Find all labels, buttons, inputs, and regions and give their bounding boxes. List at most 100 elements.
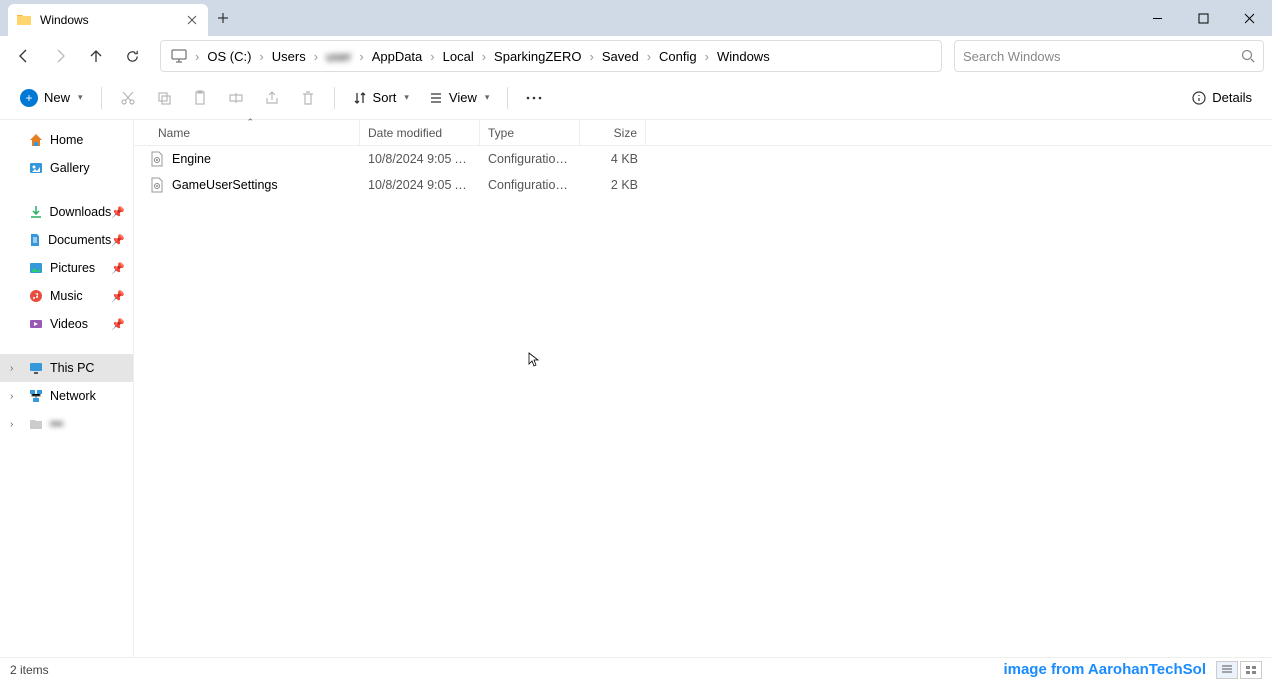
back-button[interactable] bbox=[8, 40, 40, 72]
paste-button bbox=[184, 82, 216, 114]
delete-button bbox=[292, 82, 324, 114]
config-file-icon bbox=[150, 151, 166, 167]
chevron-right-icon: › bbox=[312, 49, 320, 64]
sidebar-item-pictures[interactable]: Pictures 📌 bbox=[0, 254, 133, 282]
pin-icon: 📌 bbox=[111, 206, 125, 219]
search-placeholder: Search Windows bbox=[963, 49, 1061, 64]
breadcrumb-pc-icon[interactable] bbox=[165, 49, 193, 63]
sidebar-label: This PC bbox=[50, 361, 94, 375]
navbar: › OS (C:) › Users › user › AppData › Loc… bbox=[0, 36, 1272, 76]
sidebar-item-hidden[interactable]: › ••• bbox=[0, 410, 133, 438]
downloads-icon bbox=[28, 205, 43, 219]
file-type: Configuration setti... bbox=[480, 178, 580, 192]
column-label: Type bbox=[488, 126, 514, 140]
sidebar-item-downloads[interactable]: Downloads 📌 bbox=[0, 198, 133, 226]
sort-indicator-icon: ⌃ bbox=[247, 117, 255, 128]
details-button[interactable]: Details bbox=[1184, 82, 1260, 114]
file-size: 2 KB bbox=[580, 178, 646, 192]
maximize-button[interactable] bbox=[1180, 0, 1226, 36]
documents-icon bbox=[28, 233, 42, 247]
forward-button bbox=[44, 40, 76, 72]
file-size: 4 KB bbox=[580, 152, 646, 166]
chevron-right-icon: › bbox=[257, 49, 265, 64]
sidebar-item-videos[interactable]: Videos 📌 bbox=[0, 310, 133, 338]
network-icon bbox=[28, 389, 44, 403]
breadcrumb-item-user[interactable]: user bbox=[320, 49, 357, 64]
chevron-right-icon[interactable]: › bbox=[10, 391, 13, 402]
new-label: New bbox=[44, 90, 70, 105]
separator bbox=[334, 87, 335, 109]
breadcrumb-item[interactable]: Saved bbox=[596, 49, 645, 64]
breadcrumb-item[interactable]: OS (C:) bbox=[201, 49, 257, 64]
window-controls bbox=[1134, 0, 1272, 36]
breadcrumb-item[interactable]: SparkingZERO bbox=[488, 49, 587, 64]
toolbar: + New ▾ Sort ▾ View ▾ Details bbox=[0, 76, 1272, 120]
sidebar-item-music[interactable]: Music 📌 bbox=[0, 282, 133, 310]
file-name-cell: Engine bbox=[134, 151, 360, 167]
column-type[interactable]: Type bbox=[480, 120, 580, 145]
column-label: Name bbox=[158, 126, 190, 140]
new-tab-button[interactable] bbox=[208, 0, 238, 36]
sidebar: Home Gallery Downloads 📌 Documents 📌 Pic… bbox=[0, 120, 134, 657]
search-input[interactable]: Search Windows bbox=[954, 40, 1264, 72]
main: Home Gallery Downloads 📌 Documents 📌 Pic… bbox=[0, 120, 1272, 657]
titlebar: Windows bbox=[0, 0, 1272, 36]
sidebar-item-thispc[interactable]: › This PC bbox=[0, 354, 133, 382]
pin-icon: 📌 bbox=[111, 262, 125, 275]
chevron-right-icon: › bbox=[193, 49, 201, 64]
tab-windows[interactable]: Windows bbox=[8, 4, 208, 36]
file-date: 10/8/2024 9:05 AM bbox=[360, 152, 480, 166]
close-tab-icon[interactable] bbox=[184, 12, 200, 28]
breadcrumb-item[interactable]: Local bbox=[437, 49, 480, 64]
watermark: image from AarohanTechSol bbox=[1003, 661, 1206, 678]
separator bbox=[101, 87, 102, 109]
view-label: View bbox=[449, 90, 477, 105]
more-button[interactable] bbox=[518, 82, 550, 114]
sidebar-item-home[interactable]: Home bbox=[0, 126, 133, 154]
copy-button bbox=[148, 82, 180, 114]
pictures-icon bbox=[28, 261, 44, 275]
view-button[interactable]: View ▾ bbox=[421, 82, 497, 114]
minimize-button[interactable] bbox=[1134, 0, 1180, 36]
icons-view-button[interactable] bbox=[1240, 661, 1262, 679]
chevron-right-icon[interactable]: › bbox=[10, 363, 13, 374]
new-button[interactable]: + New ▾ bbox=[12, 82, 91, 114]
up-button[interactable] bbox=[80, 40, 112, 72]
music-icon bbox=[28, 289, 44, 303]
chevron-right-icon[interactable]: › bbox=[10, 419, 13, 430]
column-size[interactable]: Size bbox=[580, 120, 646, 145]
sidebar-item-documents[interactable]: Documents 📌 bbox=[0, 226, 133, 254]
sidebar-item-network[interactable]: › Network bbox=[0, 382, 133, 410]
close-window-button[interactable] bbox=[1226, 0, 1272, 36]
breadcrumb-item[interactable]: Config bbox=[653, 49, 703, 64]
file-row[interactable]: Engine 10/8/2024 9:05 AM Configuration s… bbox=[134, 146, 1272, 172]
file-name: Engine bbox=[172, 152, 211, 166]
sort-button[interactable]: Sort ▾ bbox=[345, 82, 417, 114]
plus-circle-icon: + bbox=[20, 89, 38, 107]
chevron-down-icon: ▾ bbox=[485, 92, 490, 103]
file-name: GameUserSettings bbox=[172, 178, 278, 192]
column-label: Size bbox=[614, 126, 637, 140]
column-headers: ⌃ Name Date modified Type Size bbox=[134, 120, 1272, 146]
chevron-down-icon: ▾ bbox=[404, 92, 409, 103]
sidebar-label: Pictures bbox=[50, 261, 95, 275]
pin-icon: 📌 bbox=[111, 290, 125, 303]
refresh-button[interactable] bbox=[116, 40, 148, 72]
sidebar-label: Documents bbox=[48, 233, 111, 247]
breadcrumb-item[interactable]: AppData bbox=[366, 49, 429, 64]
column-name[interactable]: ⌃ Name bbox=[134, 120, 360, 145]
sidebar-label: Downloads bbox=[49, 205, 111, 219]
column-date[interactable]: Date modified bbox=[360, 120, 480, 145]
breadcrumb-item[interactable]: Users bbox=[266, 49, 312, 64]
file-row[interactable]: GameUserSettings 10/8/2024 9:05 AM Confi… bbox=[134, 172, 1272, 198]
chevron-right-icon: › bbox=[587, 49, 595, 64]
config-file-icon bbox=[150, 177, 166, 193]
file-type: Configuration setti... bbox=[480, 152, 580, 166]
separator bbox=[0, 338, 133, 354]
details-view-button[interactable] bbox=[1216, 661, 1238, 679]
breadcrumb-item[interactable]: Windows bbox=[711, 49, 776, 64]
sidebar-item-gallery[interactable]: Gallery bbox=[0, 154, 133, 182]
chevron-right-icon: › bbox=[645, 49, 653, 64]
file-list: ⌃ Name Date modified Type Size Engine 10… bbox=[134, 120, 1272, 657]
breadcrumb[interactable]: › OS (C:) › Users › user › AppData › Loc… bbox=[160, 40, 942, 72]
